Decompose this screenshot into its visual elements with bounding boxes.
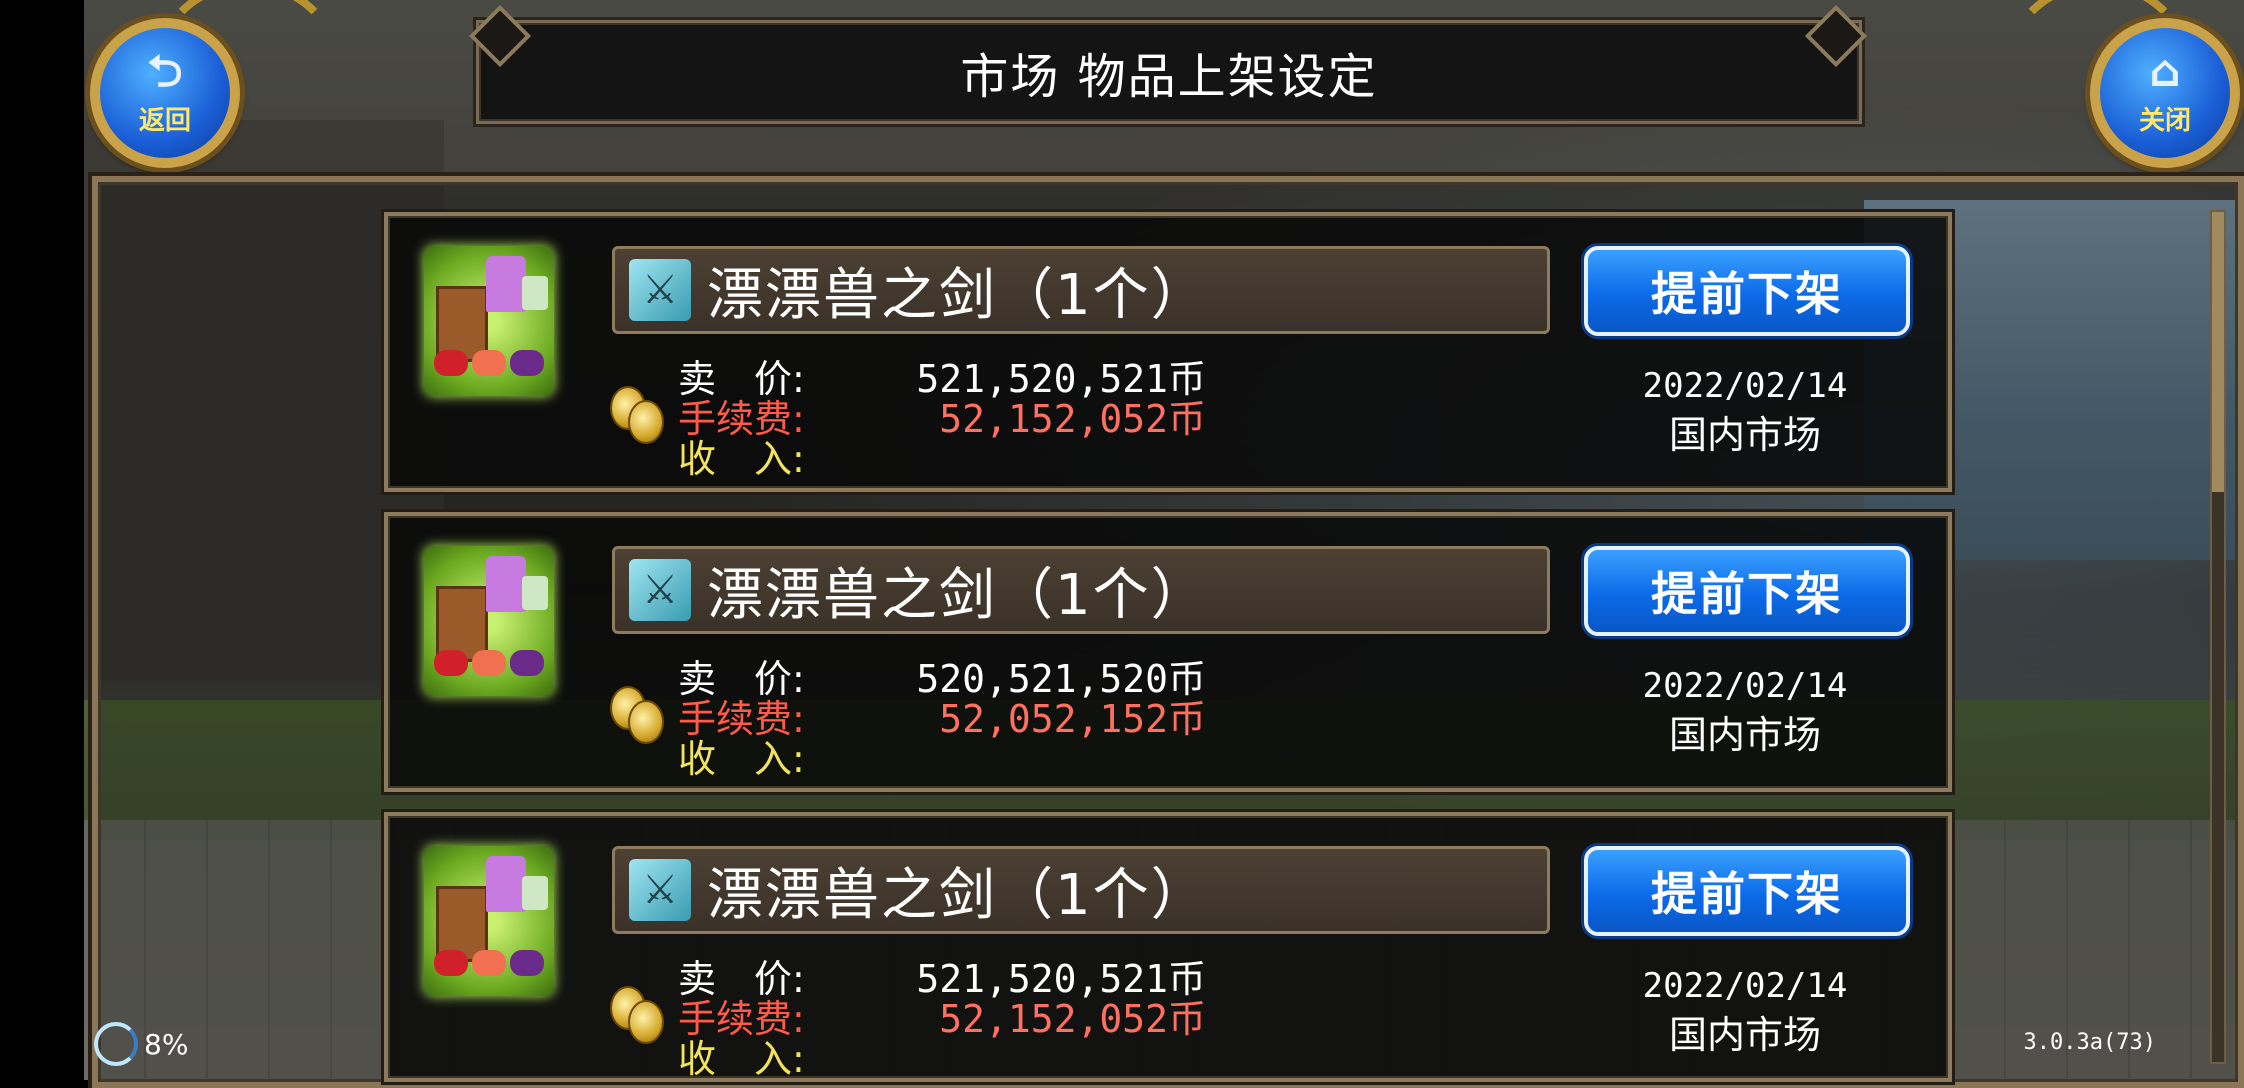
loading-percent: 8% (144, 1027, 189, 1061)
back-arrow-icon: ⮌ (147, 45, 183, 97)
fee-value: 52,152,052币 (939, 397, 1206, 441)
home-icon: ⌂ (2149, 45, 2181, 97)
coin-icon (610, 986, 668, 1044)
listing-card: ⚔ 漂漂兽之剑（1个） 卖 价: 手续费: 收 入: 520,521,520币 … (384, 512, 1952, 792)
market-stall-icon (424, 246, 554, 396)
fee-value: 52,052,152币 (939, 697, 1206, 741)
listing-card: ⚔ 漂漂兽之剑（1个） 卖 价: 手续费: 收 入: 521,520,521币 … (384, 212, 1952, 492)
income-label: 收 入: (678, 1037, 805, 1081)
back-button-label: 返回 (138, 105, 191, 136)
sword-icon: ⚔ (629, 859, 691, 921)
page-title-bar: 市场 物品上架设定 (476, 20, 1862, 124)
back-button[interactable]: ⮌ 返回 (90, 18, 240, 168)
loading-indicator: 8% (94, 1022, 188, 1066)
loading-ring-icon (94, 1022, 138, 1066)
sword-icon: ⚔ (629, 259, 691, 321)
listing-card: ⚔ 漂漂兽之剑（1个） 卖 价: 手续费: 收 入: 521,520,521币 … (384, 812, 1952, 1082)
income-label: 收 入: (678, 437, 805, 481)
item-name-bar: ⚔ 漂漂兽之剑（1个） (612, 246, 1550, 334)
coin-icon (610, 686, 668, 744)
item-name-bar: ⚔ 漂漂兽之剑（1个） (612, 846, 1550, 934)
item-name: 漂漂兽之剑（1个） (707, 862, 1209, 928)
listing-date: 2022/02/14 (1642, 666, 1848, 706)
version-label: 3.0.3a(73) (2023, 1030, 2156, 1055)
item-name-bar: ⚔ 漂漂兽之剑（1个） (612, 546, 1550, 634)
market-stall-icon (424, 546, 554, 696)
scroll-thumb[interactable] (2212, 212, 2224, 492)
delist-early-button[interactable]: 提前下架 (1584, 846, 1910, 936)
coin-icon (610, 386, 668, 444)
listing-date: 2022/02/14 (1642, 366, 1848, 406)
delist-early-button[interactable]: 提前下架 (1584, 546, 1910, 636)
income-label: 收 入: (678, 737, 805, 781)
market-type: 国内市场 (1668, 713, 1821, 757)
fee-value: 52,152,052币 (939, 997, 1206, 1041)
delist-early-button[interactable]: 提前下架 (1584, 246, 1910, 336)
scrollbar[interactable] (2210, 210, 2226, 1064)
close-button[interactable]: ⌂ 关闭 (2090, 18, 2240, 168)
market-type: 国内市场 (1668, 1013, 1821, 1057)
listing-date: 2022/02/14 (1642, 966, 1848, 1006)
sword-icon: ⚔ (629, 559, 691, 621)
item-name: 漂漂兽之剑（1个） (707, 262, 1209, 328)
page-title: 市场 物品上架设定 (960, 49, 1378, 105)
item-name: 漂漂兽之剑（1个） (707, 562, 1209, 628)
market-type: 国内市场 (1668, 413, 1821, 457)
market-stall-icon (424, 846, 554, 996)
close-button-label: 关闭 (2138, 105, 2191, 136)
